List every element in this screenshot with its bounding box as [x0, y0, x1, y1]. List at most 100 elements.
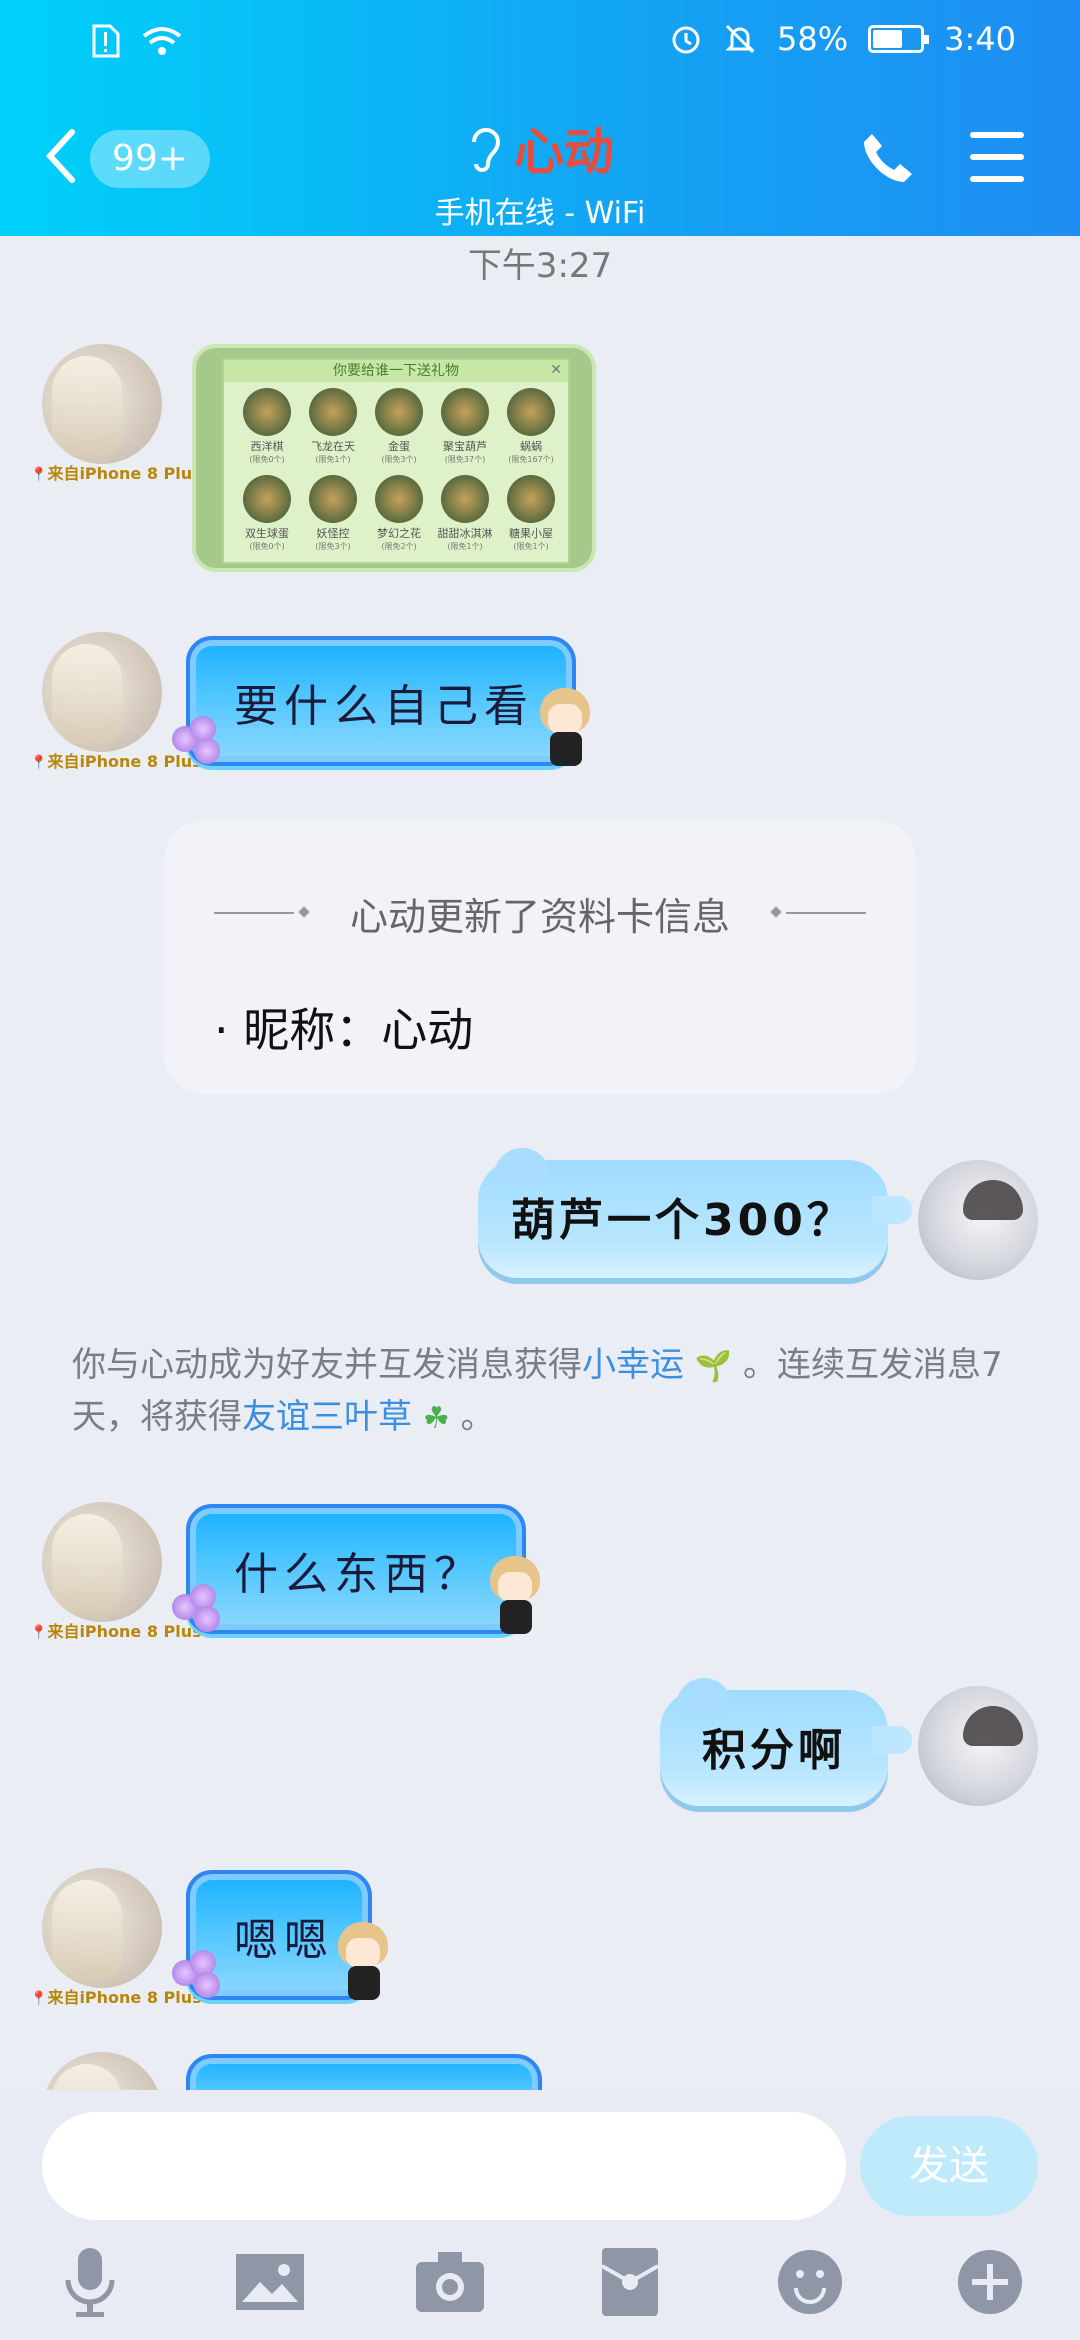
gift-orb-icon [441, 388, 489, 436]
gift-orb-icon [309, 388, 357, 436]
message-text: 嗯嗯 [234, 1915, 334, 1966]
gift-item-quota: (限免1个) [315, 455, 351, 464]
contact-avatar[interactable] [42, 344, 162, 464]
time-divider: 下午3:27 [467, 246, 613, 286]
system-text: 。 [460, 1397, 495, 1437]
status-bar: 58% 3:40 [0, 20, 1080, 70]
message-bubble-self[interactable]: 积分啊 [660, 1678, 912, 1806]
microphone-icon[interactable] [50, 2242, 130, 2322]
gift-item: 聚宝葫芦 (限免37个) [432, 388, 498, 465]
gift-item-name: 聚宝葫芦 [443, 440, 487, 453]
battery-percent: 58% [777, 20, 849, 58]
chibi-sticker [334, 1922, 394, 2002]
input-bar: 发送 [0, 2090, 1080, 2340]
contact-avatar[interactable] [42, 1502, 162, 1622]
gift-item-quota: (限免37个) [444, 455, 486, 464]
gift-item-name: 蜗蜗 [520, 440, 542, 453]
flower-decoration [172, 1584, 222, 1634]
gift-card-image[interactable]: 你要给谁一下送礼物 ✕ 西洋棋 (限免0个) 飞龙在天 (限免1个) 金蛋 (限免3个) 聚… [192, 344, 596, 572]
back-arrow-icon[interactable] [40, 126, 80, 186]
message-bubble[interactable]: 要什么自己看 [186, 636, 576, 766]
gift-card-header: 你要给谁一下送礼物 [224, 360, 568, 382]
gift-orb-icon [441, 475, 489, 523]
gift-item-name: 双生球蛋 [245, 527, 289, 540]
nickname-line: · 昵称：心动 [214, 1003, 474, 1057]
chat-header: 58% 3:40 99+ 心动 手机在线 - WiFi [0, 0, 1080, 236]
contact-avatar[interactable] [42, 632, 162, 752]
sprout-icon: 🌱 [694, 1349, 733, 1384]
gift-orb-icon [507, 388, 555, 436]
red-packet-icon[interactable] [590, 2242, 670, 2322]
gift-item: 双生球蛋 (限免0个) [234, 475, 300, 552]
system-text: 你与心动成为好友并互发消息获得 [72, 1345, 582, 1385]
message-text: 要什么自己看 [234, 681, 534, 732]
message-input[interactable] [42, 2112, 846, 2220]
toolbar [0, 2242, 1080, 2332]
contact-name: 心动 [514, 123, 614, 181]
mute-bell-icon [725, 24, 755, 54]
message-text: 什么东西？ [234, 1549, 484, 1600]
gift-item-quota: (限免0个) [249, 455, 285, 464]
ear-icon [472, 128, 501, 172]
image-icon[interactable] [230, 2242, 310, 2322]
self-avatar[interactable] [918, 1160, 1038, 1280]
contact-title[interactable]: 心动 手机在线 - WiFi [380, 112, 700, 232]
message-text: 积分啊 [702, 1725, 846, 1776]
clover-icon: ☘ [422, 1401, 450, 1436]
gift-orb-icon [243, 388, 291, 436]
gift-item: 梦幻之花 (限免2个) [366, 475, 432, 552]
gift-orb-icon [243, 475, 291, 523]
lucky-link[interactable]: 小幸运 [582, 1345, 684, 1385]
gift-item-name: 飞龙在天 [311, 440, 355, 453]
gift-item-quota: (限免3个) [381, 455, 417, 464]
gift-item: 甜甜冰淇淋 (限免1个) [432, 475, 498, 552]
gift-item-name: 甜甜冰淇淋 [437, 527, 493, 540]
flower-decoration [172, 1950, 222, 2000]
plus-icon[interactable] [950, 2242, 1030, 2322]
gift-item-name: 妖怪控 [316, 527, 350, 540]
clover-link[interactable]: 友谊三叶草 [242, 1397, 412, 1437]
gift-item-quota: (限免167个) [508, 455, 554, 464]
system-message: 你与心动成为好友并互发消息获得小幸运 🌱 。连续互发消息7天，将获得友谊三叶草 … [72, 1340, 1022, 1444]
gift-item-quota: (限免3个) [315, 542, 351, 551]
alarm-icon [672, 26, 700, 54]
chibi-sticker [486, 1556, 546, 1636]
message-bubble-self[interactable]: 葫芦一个300？ [478, 1148, 912, 1278]
gift-item-name: 西洋棋 [250, 440, 284, 453]
phone-call-icon[interactable] [858, 128, 918, 188]
clock: 3:40 [944, 20, 1016, 58]
message-text: 葫芦一个300？ [511, 1195, 855, 1246]
flower-decoration [172, 716, 222, 766]
gift-item: 蜗蜗 (限免167个) [498, 388, 564, 465]
sim-alert-icon [92, 24, 120, 58]
gift-item-name: 糖果小屋 [509, 527, 553, 540]
gift-grid: 西洋棋 (限免0个) 飞龙在天 (限免1个) 金蛋 (限免3个) 聚宝葫芦 (限免37个) 蜗蜗… [234, 388, 564, 552]
send-button[interactable]: 发送 [860, 2116, 1038, 2216]
gift-item-quota: (限免1个) [447, 542, 483, 551]
close-icon: ✕ [550, 362, 562, 378]
gift-orb-icon [309, 475, 357, 523]
gift-item-name: 梦幻之花 [377, 527, 421, 540]
self-avatar[interactable] [918, 1686, 1038, 1806]
message-bubble[interactable]: 什么东西？ [186, 1504, 526, 1634]
chibi-sticker [536, 688, 596, 768]
gift-item: 妖怪控 (限免3个) [300, 475, 366, 552]
contact-status: 手机在线 - WiFi [434, 196, 646, 231]
camera-icon[interactable] [410, 2242, 490, 2322]
gift-item-quota: (限免0个) [249, 542, 285, 551]
gift-orb-icon [507, 475, 555, 523]
emoji-icon[interactable] [770, 2242, 850, 2322]
gift-item: 西洋棋 (限免0个) [234, 388, 300, 465]
menu-icon[interactable] [970, 132, 1024, 182]
gift-orb-icon [375, 388, 423, 436]
gift-item: 糖果小屋 (限免1个) [498, 475, 564, 552]
gift-item-quota: (限免2个) [381, 542, 417, 551]
contact-avatar[interactable] [42, 1868, 162, 1988]
gift-item-quota: (限免1个) [513, 542, 549, 551]
battery-icon [868, 25, 930, 53]
wifi-icon [142, 27, 182, 55]
gift-item: 金蛋 (限免3个) [366, 388, 432, 465]
gift-item: 飞龙在天 (限免1个) [300, 388, 366, 465]
profile-update-card: 心动更新了资料卡信息 · 昵称：心动 [164, 820, 916, 1094]
unread-badge[interactable]: 99+ [90, 130, 210, 188]
